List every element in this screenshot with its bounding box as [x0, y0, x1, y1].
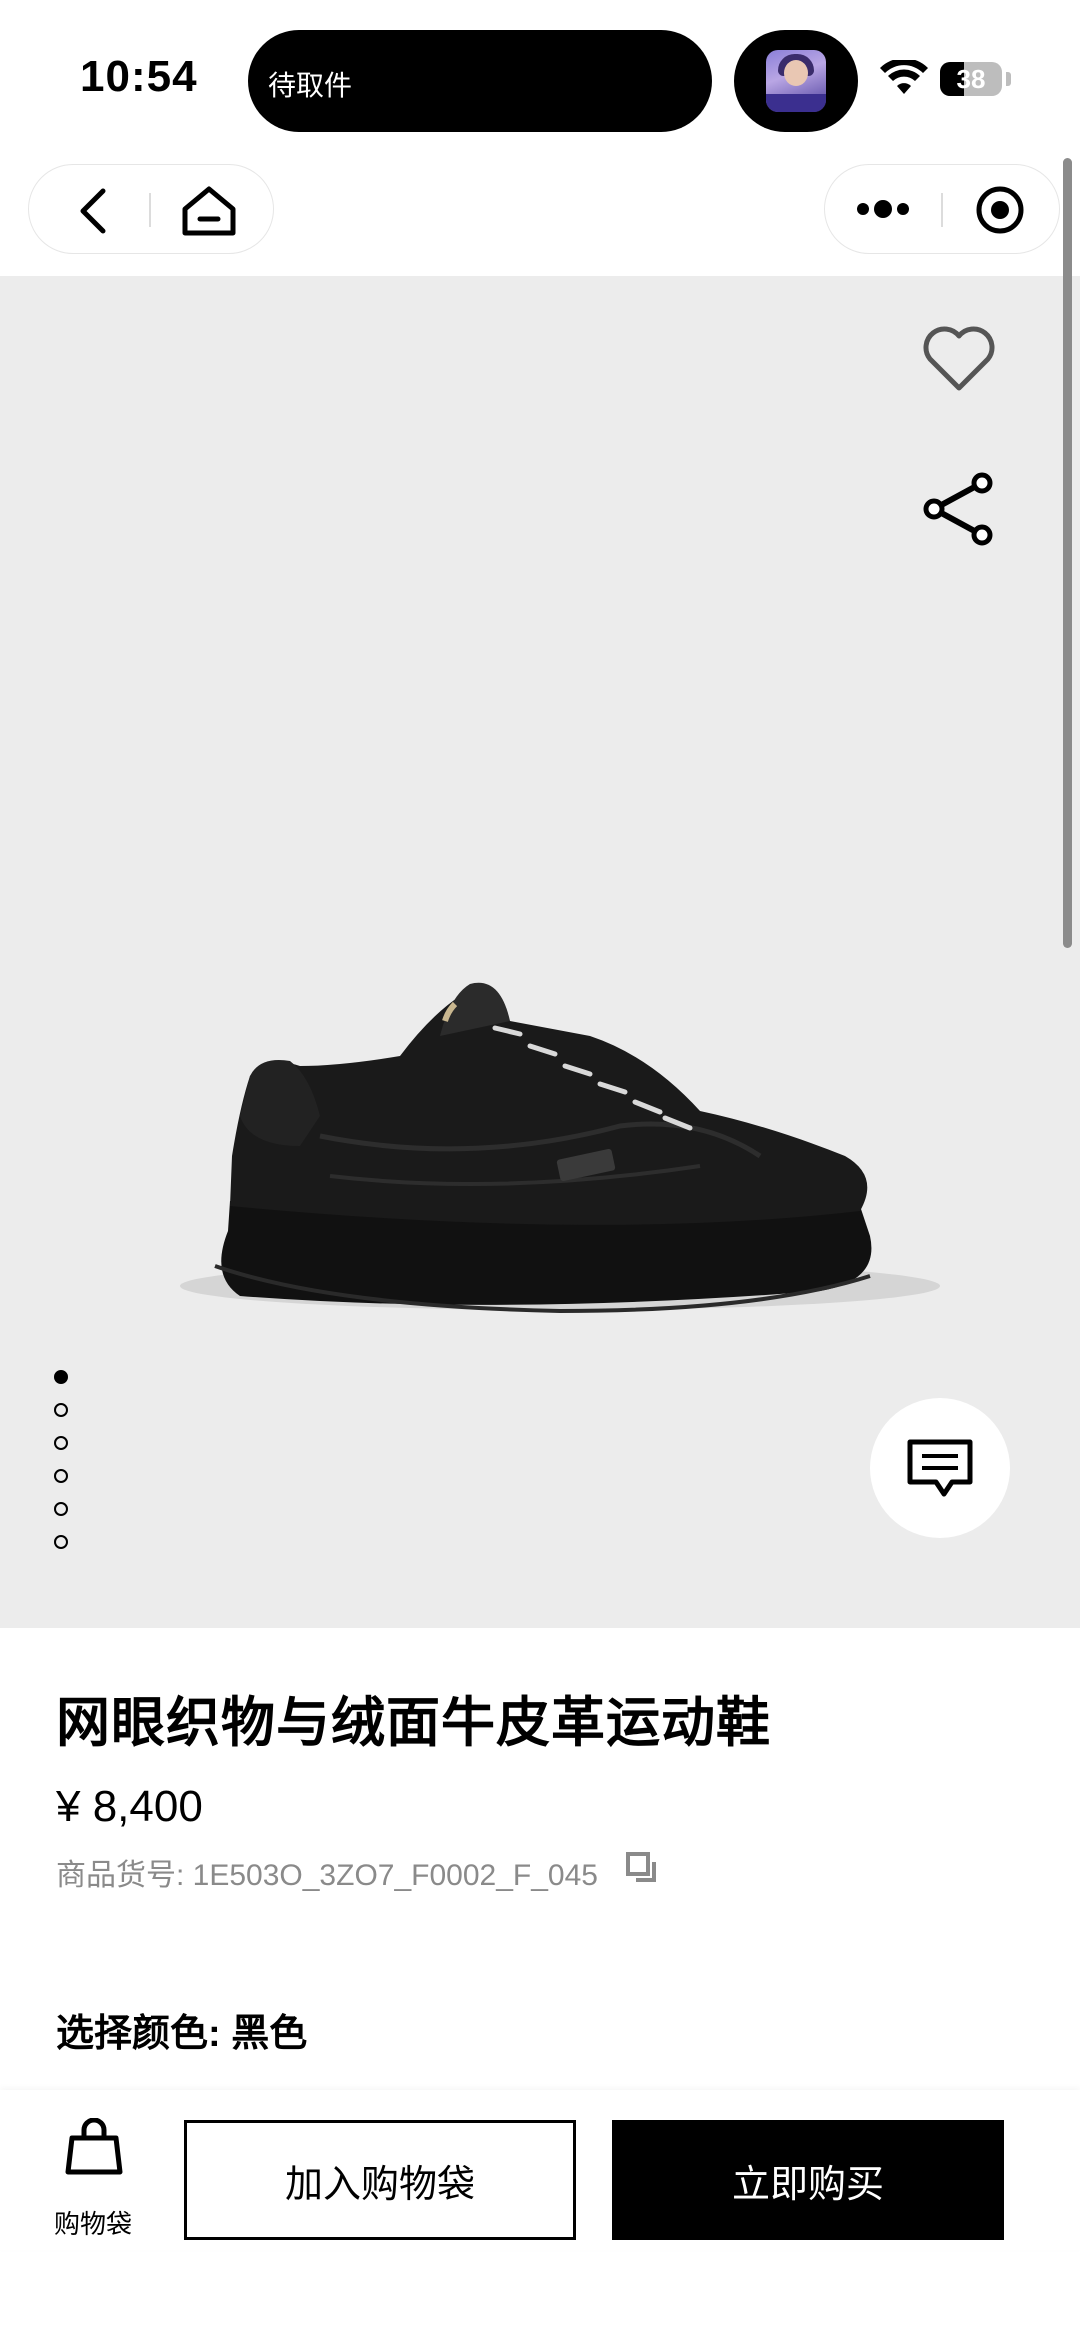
carousel-dot[interactable] [54, 1502, 68, 1516]
wifi-icon [880, 60, 928, 94]
copy-icon[interactable] [624, 1850, 658, 1884]
live-activity-label: 待取件 [268, 70, 353, 101]
product-price: ¥ 8,400 [56, 1782, 203, 1831]
carousel-dot[interactable] [54, 1403, 68, 1417]
status-bar: 10:54 待取件 38 [0, 0, 1080, 150]
carousel-dot[interactable] [54, 1370, 68, 1384]
product-title: 网眼织物与绒面牛皮革运动鞋 [56, 1693, 771, 1753]
shopping-bag-icon [65, 2118, 123, 2175]
share-icon[interactable] [922, 472, 996, 546]
nav-capsule-left [28, 164, 274, 254]
carousel-dot[interactable] [54, 1535, 68, 1549]
shopping-bag-label: 购物袋 [54, 2209, 133, 2239]
target-circle-icon[interactable] [975, 185, 1025, 235]
more-dots-icon[interactable] [855, 195, 911, 223]
status-time: 10:54 [80, 52, 198, 101]
carousel-dot[interactable] [54, 1469, 68, 1483]
heart-icon[interactable] [922, 326, 996, 394]
buy-now-button[interactable]: 立即购买 [612, 2120, 1004, 2240]
nav-capsule-right [824, 164, 1060, 254]
chat-button[interactable] [870, 1398, 1010, 1538]
scrollbar[interactable] [1063, 158, 1072, 948]
color-selection-label: 选择颜色: 黑色 [56, 2013, 308, 2055]
product-sku: 商品货号: 1E503O_3ZO7_F0002_F_045 [56, 1859, 598, 1892]
carousel-dot[interactable] [54, 1436, 68, 1450]
battery-icon: 38 [940, 62, 1002, 96]
chat-bubble-icon [907, 1439, 973, 1497]
app-thumbnail-image [766, 50, 826, 112]
home-icon[interactable] [179, 185, 239, 237]
chevron-left-icon[interactable] [75, 187, 111, 235]
add-to-bag-button[interactable]: 加入购物袋 [184, 2120, 576, 2240]
battery-percent: 38 [956, 64, 986, 94]
